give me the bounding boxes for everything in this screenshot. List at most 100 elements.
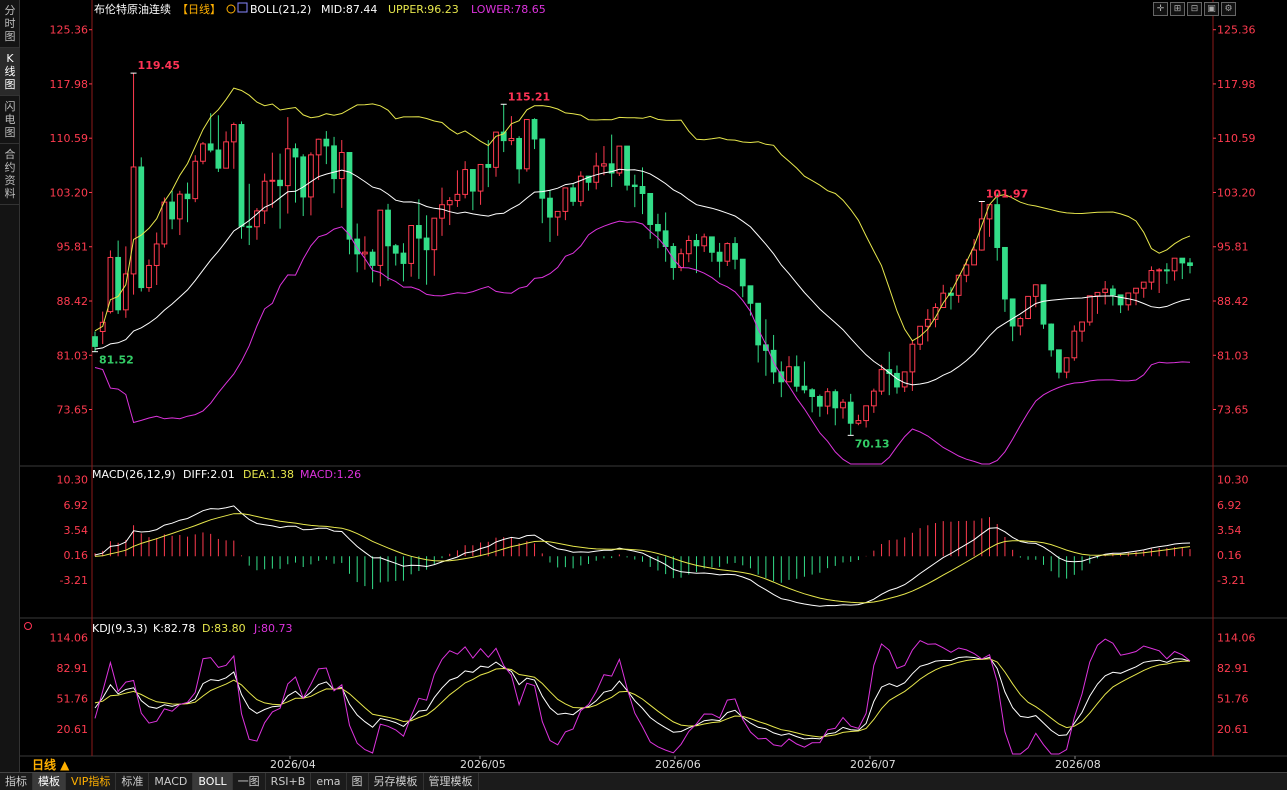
boll-lower-label: LOWER:78.65 [471, 3, 546, 16]
candle-up [1017, 317, 1024, 327]
kdj-indicator-label: KDJ(9,3,3) [92, 622, 148, 635]
bottom-tab-1[interactable]: 模板 [33, 773, 66, 790]
macd-dea-label: DEA:1.38 [243, 468, 294, 481]
candle-up [146, 264, 152, 289]
kdj-settings-icon [24, 622, 32, 630]
candle-down [385, 209, 391, 247]
boll-lower-line [94, 220, 1191, 465]
candle-down [570, 187, 576, 202]
candle-down [547, 197, 553, 218]
bottom-tab-10[interactable]: 另存模板 [369, 773, 424, 790]
candle-up [377, 209, 384, 266]
crosshair-icon[interactable]: ✛ [1153, 2, 1168, 16]
bottom-tab-8[interactable]: ema [311, 773, 347, 790]
price-tick-left: 125.36 [50, 24, 89, 37]
candle-up [1094, 291, 1101, 297]
candle-up [269, 179, 276, 182]
price-high-label: 115.21 [508, 90, 550, 103]
settings-icon[interactable]: ⚙ [1221, 2, 1236, 16]
bottom-tab-2[interactable]: VIP指标 [66, 773, 117, 790]
settings-circle-icon [226, 4, 236, 14]
zoom-out-icon[interactable]: ⊟ [1187, 2, 1202, 16]
sidebar-tab-1[interactable]: K线图 [0, 48, 20, 96]
candle-up [870, 390, 877, 407]
fit-icon[interactable]: ▣ [1204, 2, 1219, 16]
candle-up [909, 343, 916, 373]
price-tick-left: 81.03 [57, 349, 89, 362]
candle-up [863, 405, 870, 422]
x-axis-date: 2026/07 [850, 758, 896, 771]
macd-tick-left: 6.92 [64, 499, 89, 512]
left-sidebar: 分时图K线图闪电图合约资料 [0, 0, 20, 772]
candle-up [176, 193, 183, 220]
chart-area[interactable]: 125.36 125.36 117.98 117.98 110.59 110.59 103.… [20, 0, 1287, 772]
bottom-tab-3[interactable]: 标准 [116, 773, 150, 790]
candle-up [1133, 287, 1139, 294]
zoom-in-icon[interactable]: ⊞ [1170, 2, 1185, 16]
sidebar-tab-0[interactable]: 分时图 [0, 0, 20, 48]
price-high-label: 119.45 [138, 59, 180, 72]
macd-tick-right: 0.16 [1217, 549, 1242, 562]
macd-indicator-label: MACD(26,12,9) [92, 468, 176, 481]
candle-down [415, 225, 422, 239]
candle-down [392, 245, 399, 254]
kdj-tick-right: 20.61 [1217, 723, 1249, 736]
price-low-label: 81.52 [99, 354, 134, 367]
period-tag: 【日线】 [177, 2, 221, 16]
bottom-tab-4[interactable]: MACD [149, 773, 194, 790]
candle-down [539, 138, 546, 199]
candle-up [254, 210, 260, 228]
candle-down [647, 192, 654, 225]
price-tick-left: 88.42 [57, 295, 89, 308]
candle-down [346, 152, 353, 240]
macd-tick-right: 3.54 [1217, 524, 1242, 537]
candle-up [446, 200, 453, 206]
candle-up [840, 401, 846, 409]
candle-down [1040, 284, 1047, 325]
candle-up [701, 236, 708, 247]
candle-up [924, 318, 931, 327]
candle-down [1117, 294, 1124, 306]
candle-up [338, 152, 345, 180]
candle-down [400, 252, 407, 264]
candle-down [693, 239, 700, 247]
bottom-tab-7[interactable]: RSI+B [266, 773, 312, 790]
candle-down [732, 243, 738, 260]
bottom-tab-0[interactable]: 指标 [0, 773, 33, 790]
macd-tick-right: 10.30 [1217, 474, 1249, 487]
candle-up [685, 239, 692, 255]
candle-up [153, 243, 160, 266]
bottom-tab-9[interactable]: 图 [347, 773, 369, 790]
candle-down [369, 251, 376, 266]
candle-down [747, 285, 754, 304]
candle-up [362, 251, 368, 255]
candle-up [122, 273, 129, 311]
candle-down [801, 385, 808, 391]
candle-up [107, 256, 114, 313]
kdj-tick-left: 82.91 [57, 662, 89, 675]
candle-up [601, 163, 607, 167]
price-tick-right: 81.03 [1217, 349, 1249, 362]
period-button[interactable]: 日线 ▲ [32, 757, 70, 772]
macd-tick-right: 6.92 [1217, 499, 1242, 512]
candle-down [323, 138, 330, 147]
kdj-j-label: J:80.73 [253, 622, 292, 635]
candle-down [292, 148, 299, 158]
price-tick-right: 73.65 [1217, 403, 1249, 416]
sidebar-tab-2[interactable]: 闪电图 [0, 96, 20, 144]
candle-up [786, 366, 792, 383]
macd-tick-left: 3.54 [64, 524, 89, 537]
bottom-tab-5[interactable]: BOLL [193, 773, 233, 790]
candle-down [631, 184, 638, 188]
candle-down [300, 156, 307, 198]
candle-down [184, 193, 191, 200]
bottom-tab-11[interactable]: 管理模板 [424, 773, 479, 790]
kdj-tick-left: 114.06 [50, 632, 89, 645]
candle-down [1009, 298, 1016, 327]
bottom-tab-6[interactable]: 一图 [233, 773, 266, 790]
candle-down [1002, 246, 1008, 300]
candle-down [847, 401, 854, 424]
candle-down [662, 230, 669, 248]
instrument-title: 布伦特原油连续 [94, 2, 171, 16]
sidebar-tab-3[interactable]: 合约资料 [0, 144, 20, 205]
